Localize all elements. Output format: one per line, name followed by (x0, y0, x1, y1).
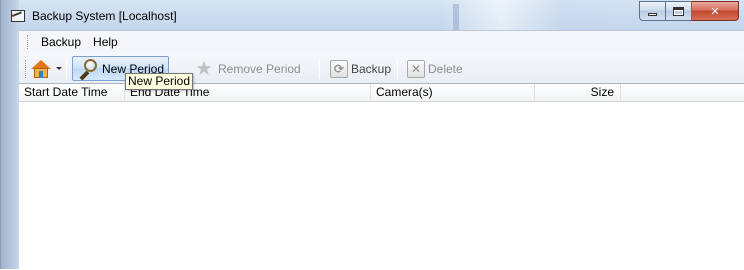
home-door (39, 71, 43, 78)
star-icon: ★ (195, 57, 213, 80)
remove-period-label: Remove Period (218, 61, 301, 76)
delete-icon: ✕ (407, 59, 425, 78)
toolbar-separator (319, 59, 320, 79)
new-period-tooltip: New Period (125, 73, 194, 90)
home-icon[interactable] (31, 60, 51, 78)
window-frame-left (1, 0, 19, 269)
magnifier-lens (84, 58, 97, 72)
magnifier-icon (77, 58, 99, 80)
app-icon (11, 10, 25, 22)
home-dropdown-arrow-icon[interactable] (56, 67, 62, 70)
delete-label: Delete (428, 61, 463, 76)
title-glass-decoration (441, 0, 641, 30)
remove-period-button[interactable]: ★ Remove Period (189, 56, 305, 81)
title-bar[interactable]: Backup System [Localhost] ✕ (1, 0, 744, 30)
backup-label: Backup (351, 61, 392, 76)
toolbar-grip[interactable] (25, 60, 28, 78)
column-cameras[interactable]: Camera(s) (371, 84, 535, 102)
menu-backup[interactable]: Backup (35, 35, 87, 49)
window-controls: ✕ (639, 1, 739, 21)
backup-button[interactable]: ⟳ Backup (326, 56, 395, 81)
menu-help[interactable]: Help (87, 35, 124, 49)
menu-bar: Backup Help (19, 31, 744, 53)
toolbar-separator (66, 59, 67, 79)
delete-button[interactable]: ✕ Delete (403, 56, 467, 81)
minimize-button[interactable] (639, 1, 666, 21)
backup-list[interactable]: Start Date Time End Date Time Camera(s) … (19, 83, 744, 270)
window-title: Backup System [Localhost] (32, 9, 177, 23)
maximize-button[interactable] (666, 1, 692, 21)
menu-grip[interactable] (27, 35, 30, 49)
app-window: Backup System [Localhost] ✕ Backup Help (0, 0, 744, 270)
close-icon: ✕ (710, 5, 720, 18)
toolbar-separator (397, 59, 398, 79)
close-button[interactable]: ✕ (692, 1, 739, 21)
minimize-icon (648, 13, 657, 16)
title-glass-bar (453, 4, 459, 30)
client-area: Backup Help New Period ★ Remove Period ⟳… (19, 30, 744, 270)
column-size[interactable]: Size (535, 84, 621, 102)
column-start-date-time[interactable]: Start Date Time (19, 84, 125, 102)
magnifier-handle (79, 70, 90, 80)
refresh-icon: ⟳ (330, 59, 348, 78)
maximize-icon (673, 6, 684, 16)
